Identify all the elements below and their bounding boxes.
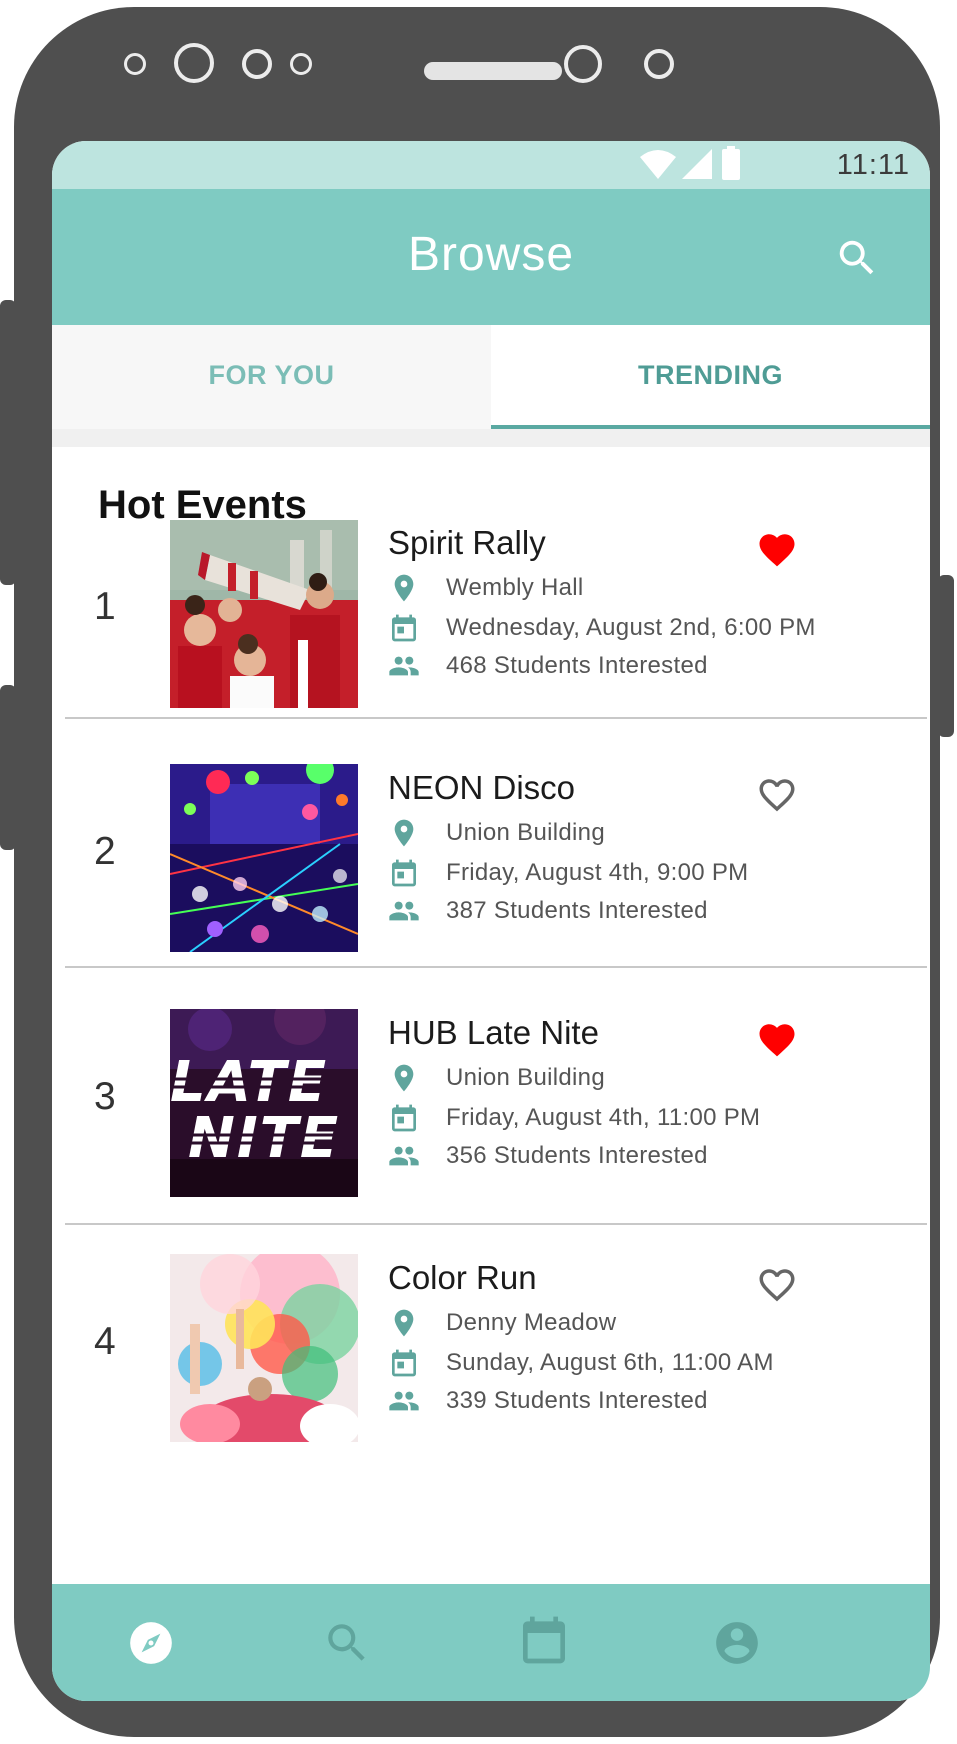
favorite-outline-icon[interactable] <box>754 1264 800 1306</box>
event-title: NEON Disco <box>388 769 576 806</box>
account-icon[interactable] <box>712 1618 762 1668</box>
event-image-spirit-rally <box>170 520 358 708</box>
status-bar: 11:11 <box>52 141 930 189</box>
favorite-filled-icon[interactable] <box>754 529 800 571</box>
battery-icon <box>722 146 740 180</box>
list-divider <box>65 966 927 968</box>
sensor-dot <box>644 49 674 79</box>
calendar-icon <box>392 1349 416 1377</box>
list-divider <box>65 717 927 719</box>
people-icon <box>389 901 419 921</box>
phone-frame: 11:11 Browse FOR YOU TRENDING Hot Events… <box>14 7 940 1737</box>
event-interest-text: 468 Students Interested <box>446 652 708 679</box>
location-pin-icon <box>394 1064 414 1092</box>
calendar-icon <box>392 614 416 642</box>
front-camera <box>174 43 214 83</box>
event-interest-text: 339 Students Interested <box>446 1387 708 1414</box>
calendar-icon <box>392 859 416 887</box>
tab-bar: FOR YOU TRENDING <box>52 325 930 430</box>
event-rank: 2 <box>94 830 116 873</box>
earpiece-speaker <box>424 62 562 80</box>
event-location-text: Union Building <box>446 819 605 846</box>
event-title: HUB Late Nite <box>388 1014 599 1051</box>
event-location-text: Wembly Hall <box>446 574 584 601</box>
event-rank: 4 <box>94 1320 116 1363</box>
list-divider <box>65 1223 927 1225</box>
event-card[interactable]: 1 Spirit Rally Wembly Hall Wednesday, Au… <box>52 517 930 787</box>
page-title: Browse <box>407 228 575 281</box>
search-icon[interactable] <box>322 1618 372 1668</box>
sensor-dot <box>242 49 272 79</box>
wifi-icon <box>640 150 676 179</box>
event-rank: 1 <box>94 585 116 628</box>
event-datetime-text: Sunday, August 6th, 11:00 AM <box>446 1349 774 1376</box>
location-pin-icon <box>394 574 414 602</box>
event-card[interactable]: 3 LATE NITE HUB Late Nite Union Building… <box>52 1007 930 1277</box>
phone-power-button <box>938 575 954 737</box>
event-location-text: Denny Meadow <box>446 1309 617 1336</box>
location-pin-icon <box>394 1309 414 1337</box>
sensor-dot <box>124 53 146 75</box>
event-image-color-run <box>170 1254 358 1442</box>
event-datetime-text: Friday, August 4th, 9:00 PM <box>446 859 749 886</box>
people-icon <box>389 656 419 676</box>
tab-trending[interactable]: TRENDING <box>491 325 930 429</box>
tab-for-you[interactable]: FOR YOU <box>52 325 491 429</box>
status-time: 11:11 <box>836 149 910 181</box>
event-image-neon-disco <box>170 764 358 952</box>
event-card[interactable]: 4 Color Run Denny Meadow Sunday, August … <box>52 1252 930 1522</box>
event-title: Spirit Rally <box>388 524 546 561</box>
people-icon <box>389 1146 419 1166</box>
app-screen: 11:11 Browse FOR YOU TRENDING Hot Events… <box>52 141 930 1701</box>
signal-icon <box>682 149 712 179</box>
people-icon <box>389 1391 419 1411</box>
event-datetime-text: Wednesday, August 2nd, 6:00 PM <box>446 614 816 641</box>
event-image-hub-late-nite: LATE NITE <box>170 1009 358 1197</box>
late-nite-line-2: NITE <box>188 1106 340 1171</box>
compass-icon[interactable] <box>126 1618 176 1668</box>
event-rank: 3 <box>94 1075 116 1118</box>
location-pin-icon <box>394 819 414 847</box>
calendar-icon[interactable] <box>516 1612 572 1668</box>
event-datetime-text: Friday, August 4th, 11:00 PM <box>446 1104 761 1131</box>
favorite-outline-icon[interactable] <box>754 774 800 816</box>
sensor-dot <box>290 53 312 75</box>
front-camera <box>564 45 602 83</box>
tab-shadow <box>52 429 930 447</box>
calendar-icon <box>392 1104 416 1132</box>
event-interest-text: 356 Students Interested <box>446 1142 708 1169</box>
app-bar: Browse <box>52 189 930 325</box>
event-title: Color Run <box>388 1259 537 1296</box>
event-card[interactable]: 2 NEON Disco Union Building Friday, Augu… <box>52 762 930 1032</box>
event-location-text: Union Building <box>446 1064 605 1091</box>
search-icon[interactable] <box>834 235 880 281</box>
event-interest-text: 387 Students Interested <box>446 897 708 924</box>
bottom-navigation <box>52 1584 930 1701</box>
favorite-filled-icon[interactable] <box>754 1019 800 1061</box>
